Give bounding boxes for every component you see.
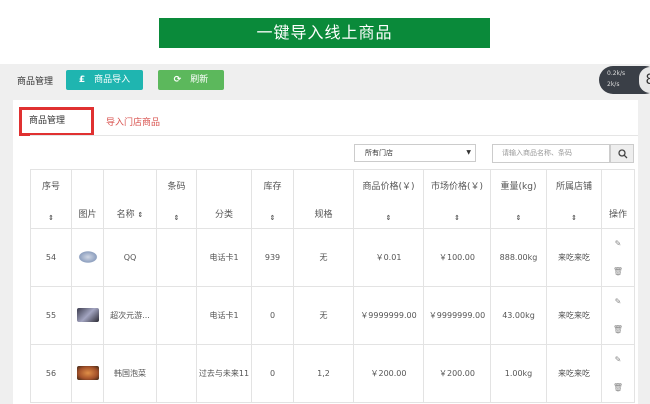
cell-actions: ✎ 🗑 (601, 344, 635, 403)
cell-name: 超次元游... (103, 286, 157, 345)
chevron-down-icon: ▼ (466, 149, 471, 156)
refresh-icon: ⟳ (173, 75, 182, 85)
cell-weight: 1.00kg (490, 344, 547, 403)
delete-icon[interactable]: 🗑 (602, 316, 634, 344)
cell-price: ￥200.00 (353, 344, 424, 403)
cell-stock: 0 (251, 286, 294, 345)
col-header-stock[interactable]: 库存 ⇕ (251, 169, 294, 229)
network-speed-widget: 0.2k/s 2k/s 8 (599, 66, 650, 94)
search-input[interactable]: 请输入商品名称、条码 (492, 144, 610, 163)
table-row: 54 QQ 电话卡1 939 无 ￥0.01 ￥100.00 888.00kg … (30, 228, 635, 287)
import-icon: £ (78, 75, 86, 85)
cell-no: 55 (30, 286, 72, 345)
breadcrumb: 商品管理 (17, 77, 54, 87)
cell-category: 电话卡1 (196, 286, 252, 345)
cell-image (71, 286, 104, 345)
search-button[interactable] (610, 144, 634, 163)
upload-speed: 0.2k/s (607, 70, 626, 77)
col-header-name[interactable]: 名称 ⇕ (103, 169, 157, 229)
col-header-barcode[interactable]: 条码 ⇕ (156, 169, 197, 229)
sort-icon: ⇕ (269, 214, 276, 222)
cell-barcode (156, 228, 197, 287)
col-header-no[interactable]: 序号 ⇕ (30, 169, 72, 229)
col-header-spec: 规格 (293, 169, 354, 229)
col-header-price[interactable]: 商品价格(￥) ⇕ (353, 169, 424, 229)
sort-icon: ⇕ (137, 210, 144, 219)
col-header-weight[interactable]: 重量(kg) ⇕ (490, 169, 547, 229)
sort-icon: ⇕ (515, 214, 522, 222)
cell-category: 电话卡1 (196, 228, 252, 287)
tab-product-management[interactable]: 商品管理 (19, 107, 94, 136)
col-header-store[interactable]: 所属店铺 ⇕ (546, 169, 602, 229)
cell-weight: 43.00kg (490, 286, 547, 345)
search-placeholder: 请输入商品名称、条码 (502, 149, 572, 157)
download-speed: 2k/s (607, 81, 620, 88)
store-select[interactable]: 所有门店 ▼ (354, 144, 476, 162)
col-header-category: 分类 (196, 169, 252, 229)
cell-spec: 1,2 (293, 344, 354, 403)
product-thumbnail[interactable] (76, 365, 99, 380)
store-select-value: 所有门店 (365, 149, 393, 157)
cell-weight: 888.00kg (490, 228, 547, 287)
table-row: 55 超次元游... 电话卡1 0 无 ￥9999999.00 ￥9999999… (30, 286, 635, 345)
cell-store: 来吃来吃 (546, 286, 602, 345)
cell-category: 过去与未来11 (196, 344, 252, 403)
cell-market-price: ￥200.00 (423, 344, 491, 403)
sort-icon: ⇕ (454, 214, 460, 222)
cell-name: QQ (103, 228, 157, 287)
cell-no: 56 (30, 344, 72, 403)
cell-image (71, 228, 104, 287)
toolbar: 商品管理 £ 商品导入 ⟳ 刷新 (0, 64, 650, 94)
search-icon (618, 149, 628, 159)
cell-spec: 无 (293, 286, 354, 345)
cell-store: 来吃来吃 (546, 344, 602, 403)
cell-price: ￥9999999.00 (353, 286, 424, 345)
cell-barcode (156, 344, 197, 403)
edit-icon[interactable]: ✎ (602, 346, 634, 374)
col-header-image: 图片 (71, 169, 104, 229)
speed-badge: 8 (639, 67, 650, 93)
cell-price: ￥0.01 (353, 228, 424, 287)
cell-actions: ✎ 🗑 (601, 286, 635, 345)
cell-market-price: ￥100.00 (423, 228, 491, 287)
tab-import-store-products[interactable]: 导入门店商品 (106, 115, 160, 128)
page-title: 一键导入线上商品 (159, 18, 490, 48)
cell-barcode (156, 286, 197, 345)
table-row: 56 韩国泡菜 过去与未来11 0 1,2 ￥200.00 ￥200.00 1.… (30, 344, 635, 403)
refresh-button-label: 刷新 (190, 75, 209, 85)
cell-stock: 939 (251, 228, 294, 287)
cell-market-price: ￥9999999.00 (423, 286, 491, 345)
cell-store: 来吃来吃 (546, 228, 602, 287)
cell-name: 韩国泡菜 (103, 344, 157, 403)
cell-stock: 0 (251, 344, 294, 403)
edit-icon[interactable]: ✎ (602, 288, 634, 316)
edit-icon[interactable]: ✎ (602, 230, 634, 258)
refresh-button[interactable]: ⟳ 刷新 (158, 70, 224, 90)
cell-no: 54 (30, 228, 72, 287)
product-table: 序号 ⇕ 图片 名称 ⇕ 条码 ⇕ 分类 库存 ⇕ 规格 商品价格(￥) ⇕ 市场价格(… (30, 169, 635, 403)
col-header-actions: 操作 (601, 169, 635, 229)
sort-icon: ⇕ (385, 214, 392, 222)
cell-actions: ✎ 🗑 (601, 228, 635, 287)
table-header-row: 序号 ⇕ 图片 名称 ⇕ 条码 ⇕ 分类 库存 ⇕ 规格 商品价格(￥) ⇕ 市场价格(… (30, 169, 635, 229)
sort-icon: ⇕ (48, 214, 54, 222)
sort-icon: ⇕ (173, 214, 180, 222)
delete-icon[interactable]: 🗑 (602, 374, 634, 402)
sort-icon: ⇕ (571, 214, 577, 222)
cell-image (71, 344, 104, 403)
tab-divider (30, 135, 638, 136)
product-thumbnail[interactable] (76, 307, 99, 322)
product-thumbnail[interactable] (76, 249, 99, 264)
col-header-market-price[interactable]: 市场价格(￥) ⇕ (423, 169, 491, 229)
cell-spec: 无 (293, 228, 354, 287)
import-button-label: 商品导入 (94, 75, 131, 85)
import-products-button[interactable]: £ 商品导入 (66, 70, 143, 90)
delete-icon[interactable]: 🗑 (602, 258, 634, 286)
